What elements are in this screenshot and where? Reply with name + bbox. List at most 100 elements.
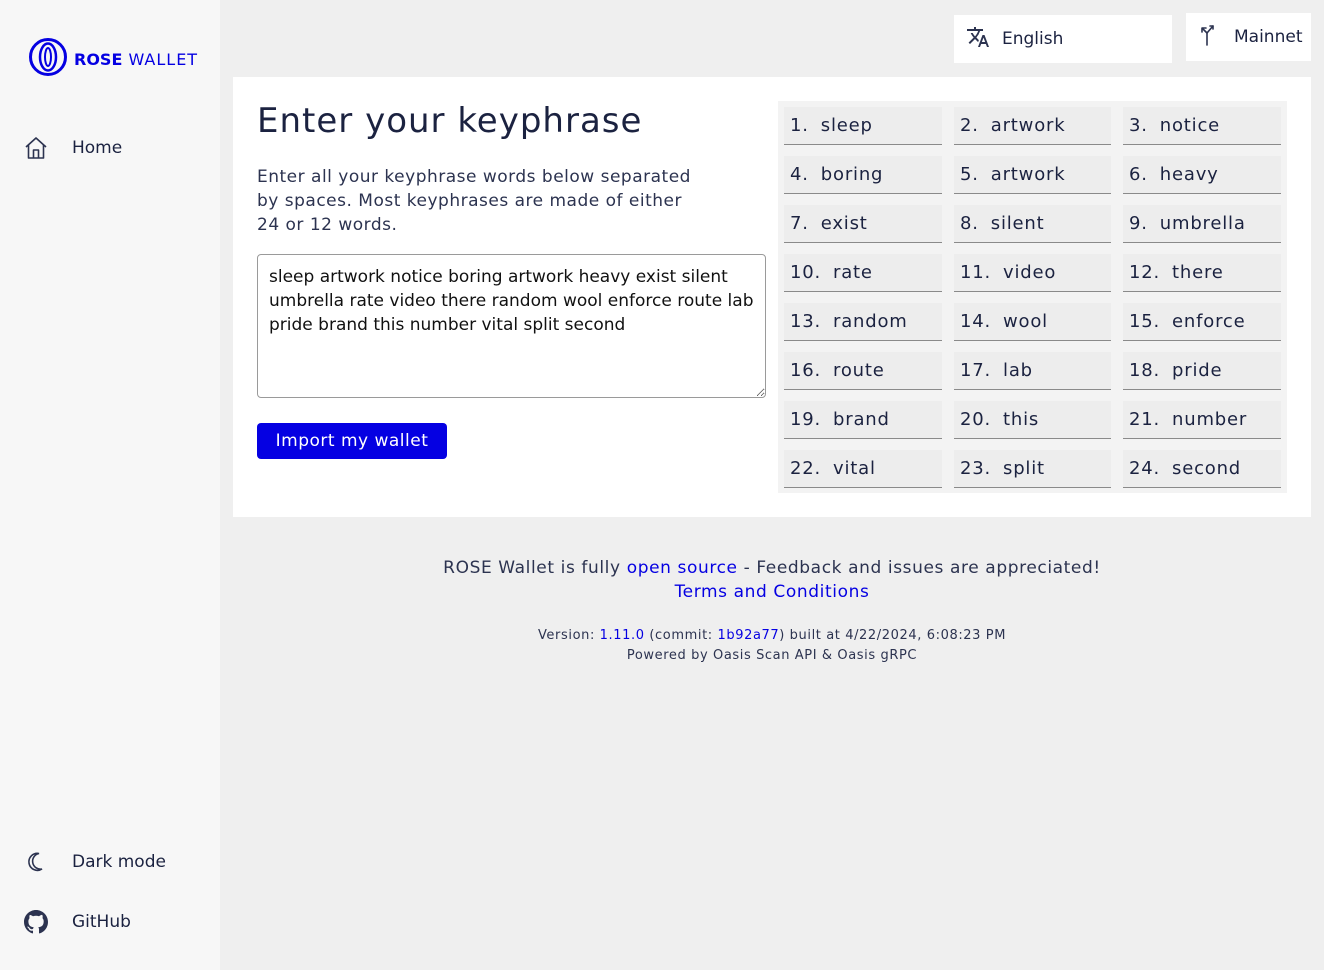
keyphrase-word-cell: 17. lab [954, 352, 1111, 390]
keyphrase-word-cell: 15. enforce [1123, 303, 1281, 341]
word-number: 23. [960, 458, 992, 479]
word-text: vital [833, 458, 876, 479]
word-number: 17. [960, 360, 992, 381]
word-text: heavy [1159, 164, 1219, 185]
word-number: 12. [1129, 262, 1161, 283]
footer-version: Version: 1.11.0 (commit: 1b92a77) built … [233, 626, 1311, 666]
dark-mode-toggle[interactable]: Dark mode [24, 850, 166, 874]
version-line: Version: 1.11.0 (commit: 1b92a77) built … [537, 628, 1007, 643]
word-number: 16. [790, 360, 822, 381]
word-number: 14. [960, 311, 992, 332]
page-description: Enter all your keyphrase words below sep… [257, 167, 691, 235]
keyphrase-word-cell: 4. boring [784, 156, 942, 194]
version-link[interactable]: 1.11.0 [600, 628, 645, 643]
translate-icon [966, 25, 990, 53]
word-number: 18. [1129, 360, 1161, 381]
moon-icon [24, 850, 48, 874]
word-number: 15. [1129, 311, 1161, 332]
keyphrase-word-cell: 19. brand [784, 401, 942, 439]
keyphrase-word-cell: 10. rate [784, 254, 942, 292]
word-text: rate [833, 262, 873, 283]
github-link[interactable]: GitHub [24, 910, 131, 934]
word-number: 13. [790, 311, 822, 332]
footer-line-1: ROSE Wallet is fully open source - Feedb… [443, 558, 1101, 578]
commit-link[interactable]: 1b92a77 [717, 628, 779, 643]
terms-link[interactable]: Terms and Conditions [675, 582, 870, 602]
word-text: route [833, 360, 885, 381]
network-select[interactable]: Mainnet [1186, 13, 1311, 61]
keyphrase-word-cell: 2. artwork [954, 107, 1111, 145]
word-number: 22. [790, 458, 822, 479]
word-text: number [1172, 409, 1248, 430]
word-text: silent [990, 213, 1045, 234]
word-text: artwork [990, 164, 1066, 185]
powered-by: Powered by Oasis Scan API & Oasis gRPC [626, 648, 918, 663]
word-text: pride [1172, 360, 1223, 381]
word-number: 19. [790, 409, 822, 430]
keyphrase-word-cell: 23. split [954, 450, 1111, 488]
word-text: sleep [820, 115, 873, 136]
brand-name: ROSE WALLET [74, 49, 199, 69]
sidebar-item-label: GitHub [72, 912, 131, 932]
keyphrase-word-cell: 13. random [784, 303, 942, 341]
keyphrase-word-cell: 22. vital [784, 450, 942, 488]
word-text: umbrella [1159, 213, 1246, 234]
import-wallet-button[interactable]: Import my wallet [257, 423, 447, 459]
sidebar-item-label: Home [72, 138, 123, 158]
word-number: 24. [1129, 458, 1161, 479]
word-number: 21. [1129, 409, 1161, 430]
keyphrase-word-cell: 5. artwork [954, 156, 1111, 194]
word-text: exist [820, 213, 868, 234]
word-number: 4. [790, 164, 809, 185]
word-number: 5. [960, 164, 979, 185]
word-number: 2. [960, 115, 979, 136]
word-text: lab [1003, 360, 1033, 381]
word-text: notice [1159, 115, 1221, 136]
brand-logo[interactable]: ROSE WALLET [28, 37, 198, 81]
import-keyphrase-card: Enter your keyphrase Enter all your keyp… [233, 77, 1311, 517]
keyphrase-word-cell: 9. umbrella [1123, 205, 1281, 243]
keyphrase-word-cell: 8. silent [954, 205, 1111, 243]
sidebar: ROSE WALLET Home Dark mode GitHub [0, 0, 220, 970]
page-title: Enter your keyphrase [257, 101, 643, 141]
word-text: random [833, 311, 908, 332]
sidebar-item-label: Dark mode [72, 852, 166, 872]
word-text: there [1172, 262, 1224, 283]
word-number: 9. [1129, 213, 1148, 234]
word-text: video [1003, 262, 1057, 283]
word-number: 1. [790, 115, 809, 136]
keyphrase-word-cell: 12. there [1123, 254, 1281, 292]
language-label: English [1002, 29, 1064, 49]
keyphrase-word-cell: 3. notice [1123, 107, 1281, 145]
sidebar-item-home[interactable]: Home [24, 136, 122, 160]
word-number: 10. [790, 262, 822, 283]
word-text: enforce [1172, 311, 1246, 332]
keyphrase-word-cell: 14. wool [954, 303, 1111, 341]
keyphrase-word-cell: 6. heavy [1123, 156, 1281, 194]
word-number: 8. [960, 213, 979, 234]
keyphrase-word-cell: 16. route [784, 352, 942, 390]
word-text: artwork [990, 115, 1066, 136]
keyphrase-word-cell: 21. number [1123, 401, 1281, 439]
keyphrase-word-cell: 11. video [954, 254, 1111, 292]
keyphrase-word-cell: 20. this [954, 401, 1111, 439]
keyphrase-word-cell: 1. sleep [784, 107, 942, 145]
keyphrase-word-cell: 7. exist [784, 205, 942, 243]
word-number: 3. [1129, 115, 1148, 136]
word-number: 11. [960, 262, 992, 283]
keyphrase-word-grid: 1. sleep 2. artwork 3. notice 4. boring 5. artwor… [778, 101, 1287, 493]
word-number: 20. [960, 409, 992, 430]
home-icon [24, 136, 48, 160]
word-text: brand [833, 409, 890, 430]
word-number: 6. [1129, 164, 1148, 185]
network-label: Mainnet [1234, 27, 1303, 47]
keyphrase-input[interactable]: sleep artwork notice boring artwork heav… [257, 254, 766, 398]
keyphrase-word-cell: 18. pride [1123, 352, 1281, 390]
open-source-link[interactable]: open source [627, 558, 738, 578]
network-fork-icon [1198, 23, 1222, 51]
language-select[interactable]: English [954, 15, 1172, 63]
keyphrase-word-cell: 24. second [1123, 450, 1281, 488]
word-number: 7. [790, 213, 809, 234]
word-text: second [1172, 458, 1242, 479]
github-icon [24, 910, 48, 934]
